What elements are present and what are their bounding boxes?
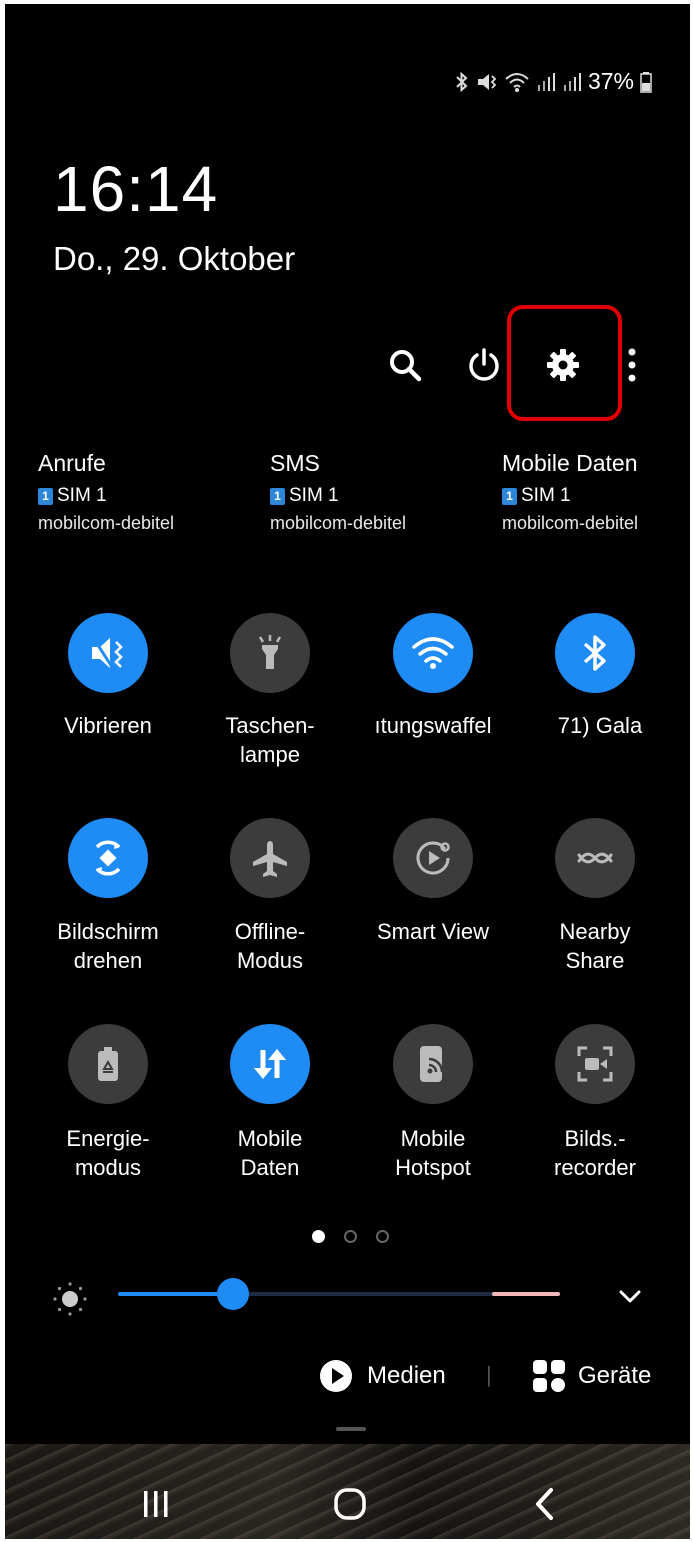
- battery-icon: [640, 71, 652, 93]
- brightness-slider-thumb[interactable]: [216, 1278, 249, 1310]
- devices-button[interactable]: Geräte: [532, 1359, 651, 1393]
- panel-drag-handle[interactable]: [336, 1427, 366, 1431]
- power-icon: [469, 348, 499, 381]
- sim-badge: 1: [38, 487, 53, 505]
- bluetooth-icon: [583, 635, 606, 671]
- devices-label: Geräte: [578, 1362, 652, 1389]
- search-button[interactable]: [380, 340, 430, 390]
- vibrate-icon: [477, 73, 497, 90]
- signal-icon: [563, 72, 581, 91]
- power-button[interactable]: [459, 340, 509, 390]
- tile-label-bildschirm-drehen: Bildschirm drehen: [57, 919, 159, 973]
- recent-apps-button[interactable]: [131, 1479, 181, 1529]
- tile-label-taschenlampe: Taschen-lampe: [225, 713, 315, 767]
- tile-label-bluetooth: 71) Gala: [557, 713, 643, 738]
- airplane-icon: [253, 841, 287, 877]
- wifi-icon: [412, 637, 454, 669]
- tile-vibrieren[interactable]: [68, 613, 148, 693]
- sim-name: SIM 1: [289, 485, 339, 506]
- tile-label-wlan: ıtungswaffel: [374, 713, 492, 738]
- recent-apps-icon: [144, 1491, 168, 1517]
- tile-label-vibrieren: Vibrieren: [64, 713, 152, 738]
- chevron-down-icon[interactable]: [616, 1284, 644, 1308]
- settings-highlight-box: [507, 305, 622, 421]
- tile-bildschirmrecorder[interactable]: [555, 1024, 635, 1104]
- tile-bildschirm-drehen[interactable]: [68, 818, 148, 898]
- nearby-share-icon: [577, 852, 613, 864]
- vibrate-icon: [92, 638, 123, 668]
- search-icon: [390, 350, 422, 382]
- back-button[interactable]: [520, 1479, 570, 1529]
- clock-time: 16:14: [53, 153, 219, 225]
- tile-label-offline-modus: Offline- Modus: [234, 919, 306, 973]
- tile-nearby-share[interactable]: [555, 818, 635, 898]
- tile-smart-view[interactable]: [393, 818, 473, 898]
- sim-title: Mobile Daten: [502, 450, 638, 476]
- tile-offline-modus[interactable]: [230, 818, 310, 898]
- clock-date: Do., 29. Oktober: [53, 240, 296, 277]
- screen-recorder-icon: [577, 1046, 613, 1082]
- tile-mobile-daten[interactable]: [230, 1024, 310, 1104]
- sim-name: SIM 1: [57, 485, 107, 506]
- page-indicator-dot[interactable]: [344, 1230, 357, 1243]
- hotspot-icon: [420, 1046, 444, 1082]
- quick-settings-panel: 37% 16:14 Do., 29. Oktober Anrufe 1 SIM …: [5, 4, 690, 1539]
- tile-label-mobile-daten: Mobile Daten: [237, 1126, 303, 1180]
- sim-title: Anrufe: [38, 450, 106, 476]
- brightness-slider-fill: [118, 1292, 233, 1296]
- media-separator: |: [486, 1362, 492, 1387]
- mobile-data-icon: [254, 1049, 286, 1079]
- sim-carrier: mobilcom-debitel: [270, 513, 407, 533]
- flashlight-icon: [258, 635, 282, 669]
- sim-name: SIM 1: [521, 485, 571, 506]
- tile-label-nearby-share: Nearby Share: [559, 919, 631, 973]
- power-mode-icon: [98, 1047, 118, 1081]
- smart-view-icon: [416, 841, 450, 875]
- more-options-button[interactable]: [619, 340, 645, 390]
- wifi-icon: [505, 72, 529, 92]
- back-icon: [536, 1488, 553, 1520]
- tile-label-smart-view: Smart View: [376, 919, 490, 944]
- tile-wlan[interactable]: [393, 613, 473, 693]
- home-button[interactable]: [325, 1479, 375, 1529]
- sim-badge: 1: [270, 487, 285, 505]
- tile-mobile-hotspot[interactable]: [393, 1024, 473, 1104]
- sim-mobile-data[interactable]: Mobile Daten 1 SIM 1 mobilcom-debitel: [502, 450, 682, 534]
- brightness-slider-extra: [492, 1292, 560, 1296]
- sim-badge: 1: [502, 487, 517, 505]
- sim-sms[interactable]: SMS 1 SIM 1 mobilcom-debitel: [270, 450, 480, 534]
- brightness-sun-icon: [53, 1282, 87, 1316]
- tile-taschenlampe[interactable]: [230, 613, 310, 693]
- tile-label-energiemodus: Energie-modus: [66, 1126, 150, 1180]
- sim-title: SMS: [270, 450, 320, 476]
- tile-label-mobile-hotspot: Mobile Hotspot: [395, 1126, 471, 1180]
- media-button[interactable]: Medien: [319, 1359, 446, 1393]
- devices-grid-icon: [533, 1360, 565, 1392]
- tile-label-bildschirmrecorder: Bilds.- recorder: [554, 1126, 636, 1180]
- page-indicator-dot-active[interactable]: [312, 1230, 325, 1243]
- sim-calls[interactable]: Anrufe 1 SIM 1 mobilcom-debitel: [38, 450, 248, 534]
- more-options-icon: [628, 348, 636, 382]
- auto-rotate-icon: [95, 840, 121, 876]
- tile-energiemodus[interactable]: [68, 1024, 148, 1104]
- bluetooth-icon: [456, 71, 468, 92]
- page-indicator-dot[interactable]: [376, 1230, 389, 1243]
- home-icon: [334, 1488, 366, 1520]
- signal-icon: [537, 72, 555, 91]
- play-circle-icon: [320, 1360, 352, 1392]
- sim-carrier: mobilcom-debitel: [502, 513, 639, 533]
- battery-percent: 37%: [587, 68, 634, 94]
- tile-bluetooth[interactable]: [555, 613, 635, 693]
- sim-carrier: mobilcom-debitel: [38, 513, 175, 533]
- media-label: Medien: [367, 1362, 446, 1389]
- status-bar: 37%: [454, 68, 652, 95]
